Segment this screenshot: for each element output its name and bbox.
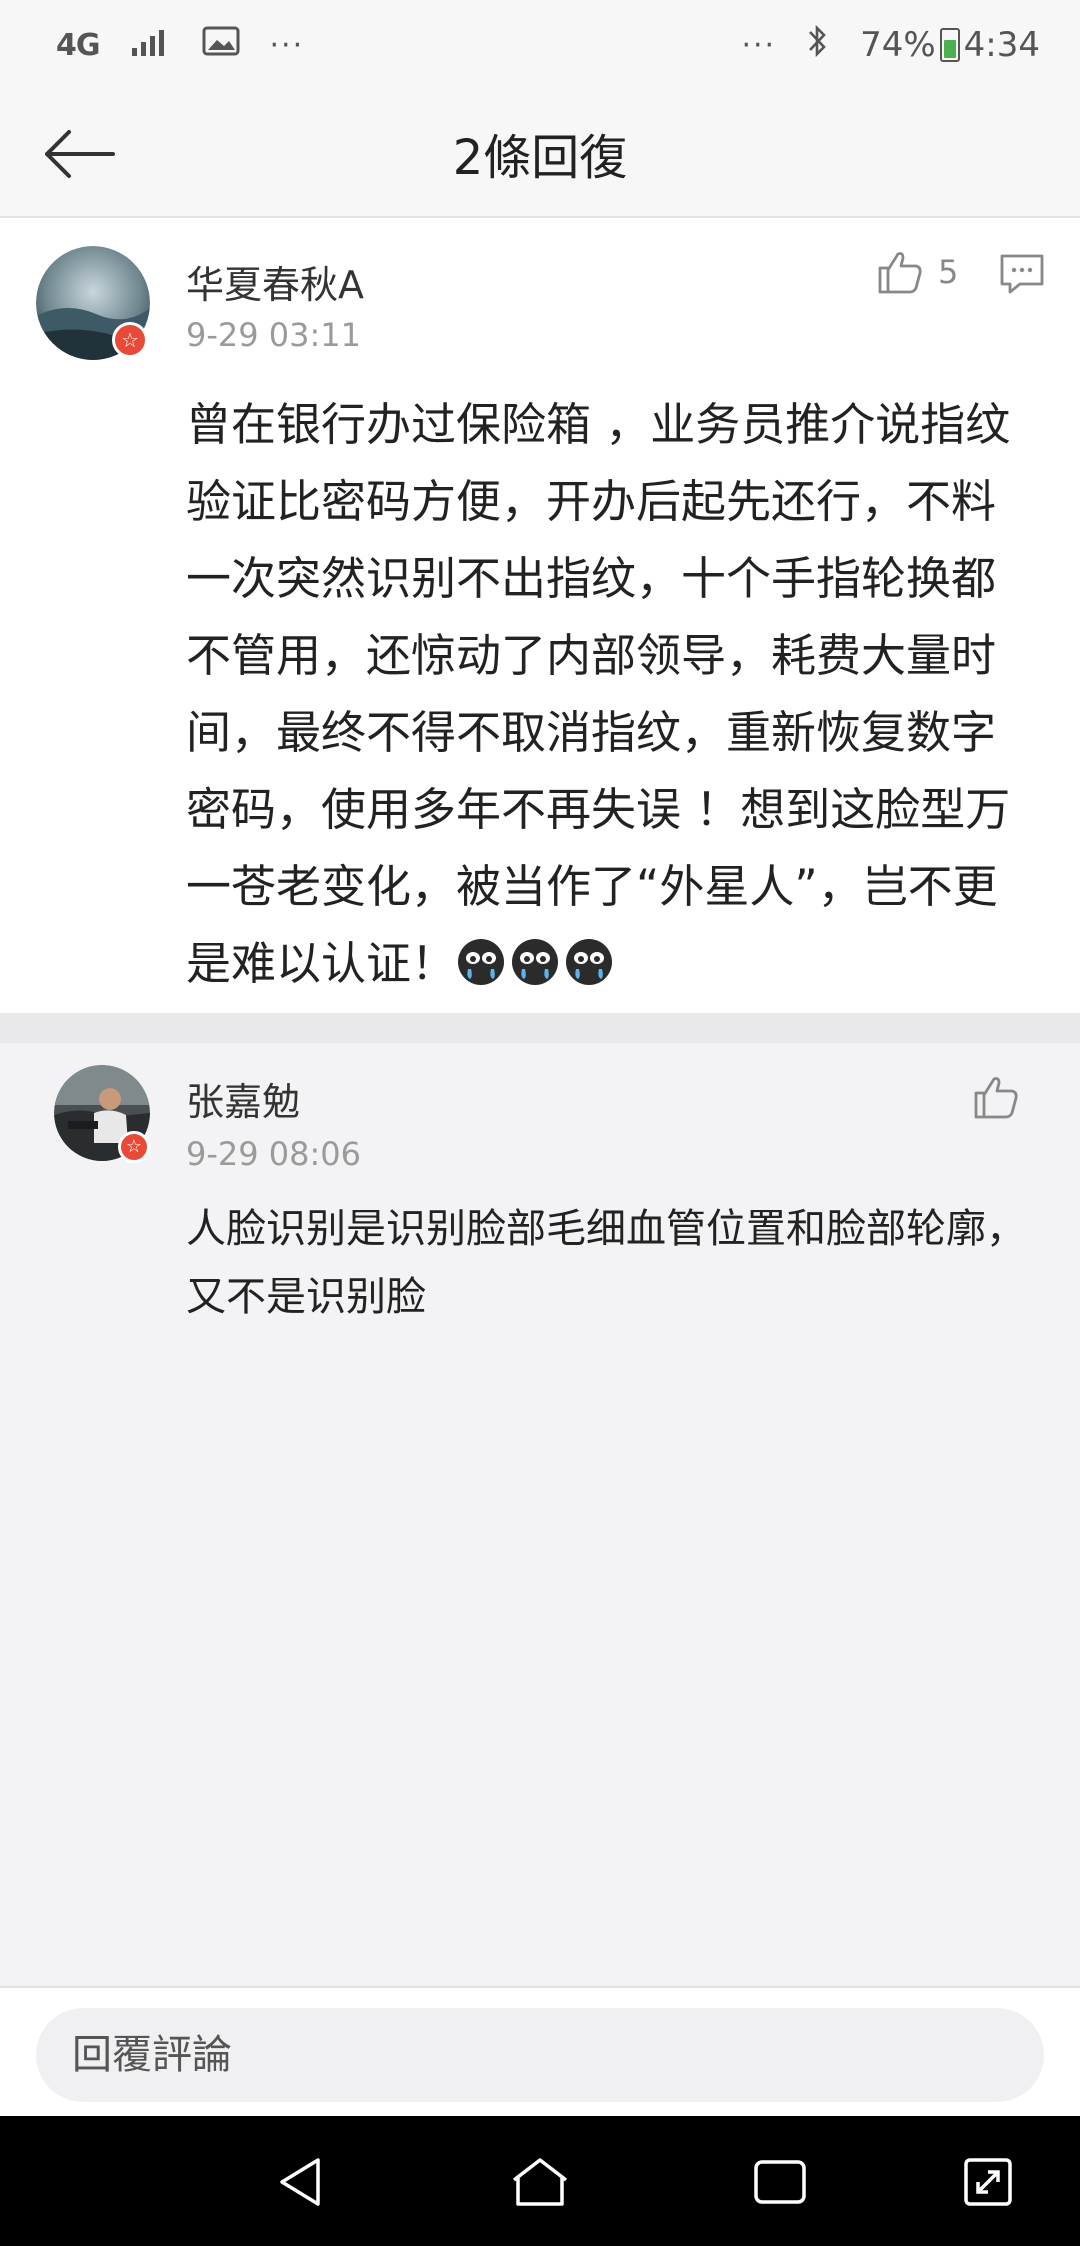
comment-timestamp: 9-29 08:06	[186, 1135, 362, 1173]
more-notifications-icon: ···	[269, 27, 305, 63]
clock: 4:34	[963, 25, 1040, 65]
star-badge-icon: ☆	[118, 1131, 150, 1163]
crying-face-icon	[458, 939, 505, 985]
expand-icon	[964, 2158, 1012, 2206]
main-comment: ☆ 华夏春秋A 9-29 03:11 5 曾在银行办过保险箱 ，业务员推介说指纹…	[0, 218, 1080, 1013]
comment-icon	[1000, 254, 1044, 294]
like-count: 5	[938, 253, 959, 291]
crying-face-icon	[512, 939, 559, 985]
signal-icon	[130, 25, 172, 65]
comment-body: 曾在银行办过保险箱 ，业务员推介说指纹验证比密码方便，开办后起先还行，不料一次突…	[186, 386, 1026, 1002]
comment-text: 曾在银行办过保险箱 ，业务员推介说指纹验证比密码方便，开办后起先还行，不料一次突…	[186, 398, 1011, 990]
bluetooth-icon	[806, 23, 830, 68]
battery-fill	[943, 39, 956, 58]
battery-percent: 74%	[860, 25, 936, 65]
reply-comment: ☆ 张嘉勉 9-29 08:06 人脸识别是识别脸部毛细血管位置和脸部轮廓，又不…	[0, 1043, 1080, 1986]
like-button[interactable]: 5	[876, 248, 958, 296]
comment-author[interactable]: 张嘉勉	[186, 1071, 300, 1126]
image-icon	[202, 25, 240, 65]
avatar[interactable]: ☆	[36, 246, 150, 360]
status-right: ··· 74% 4:34	[741, 23, 1040, 68]
square-icon	[754, 2160, 806, 2204]
home-icon	[512, 2158, 568, 2206]
section-separator	[0, 1013, 1080, 1043]
battery-icon	[939, 28, 960, 62]
reply-bar: 回覆評論	[0, 1986, 1080, 2116]
battery-indicator: 74% 4:34	[860, 25, 1040, 65]
comment-timestamp: 9-29 03:11	[186, 316, 362, 354]
page-title: 2條回復	[452, 130, 628, 186]
top-header: 2條回復	[0, 90, 1080, 218]
emoji-row	[456, 937, 618, 990]
reply-button[interactable]	[998, 252, 1046, 300]
comment-body: 人脸识别是识别脸部毛细血管位置和脸部轮廓，又不是识别脸	[186, 1206, 1026, 1320]
status-left: 4G ···	[56, 25, 304, 65]
like-button[interactable]	[972, 1073, 1020, 1121]
crying-face-icon	[566, 939, 613, 985]
thumbs-up-icon	[878, 252, 922, 294]
nav-recents-button[interactable]	[742, 2144, 818, 2220]
network-type: 4G	[56, 27, 100, 63]
system-nav-bar	[0, 2116, 1080, 2246]
star-badge-icon: ☆	[112, 322, 148, 358]
nav-expand-button[interactable]	[950, 2144, 1026, 2220]
nav-home-button[interactable]	[502, 2144, 578, 2220]
more-status-icon: ···	[741, 27, 777, 63]
avatar[interactable]: ☆	[54, 1065, 150, 1163]
thumbs-up-icon	[974, 1077, 1018, 1119]
reply-input[interactable]: 回覆評論	[36, 2008, 1044, 2102]
comment-author[interactable]: 华夏春秋A	[186, 254, 364, 309]
triangle-back-icon	[280, 2158, 320, 2206]
status-bar: 4G ··· ··· 74% 4:34	[0, 0, 1080, 90]
nav-back-button[interactable]	[262, 2144, 338, 2220]
